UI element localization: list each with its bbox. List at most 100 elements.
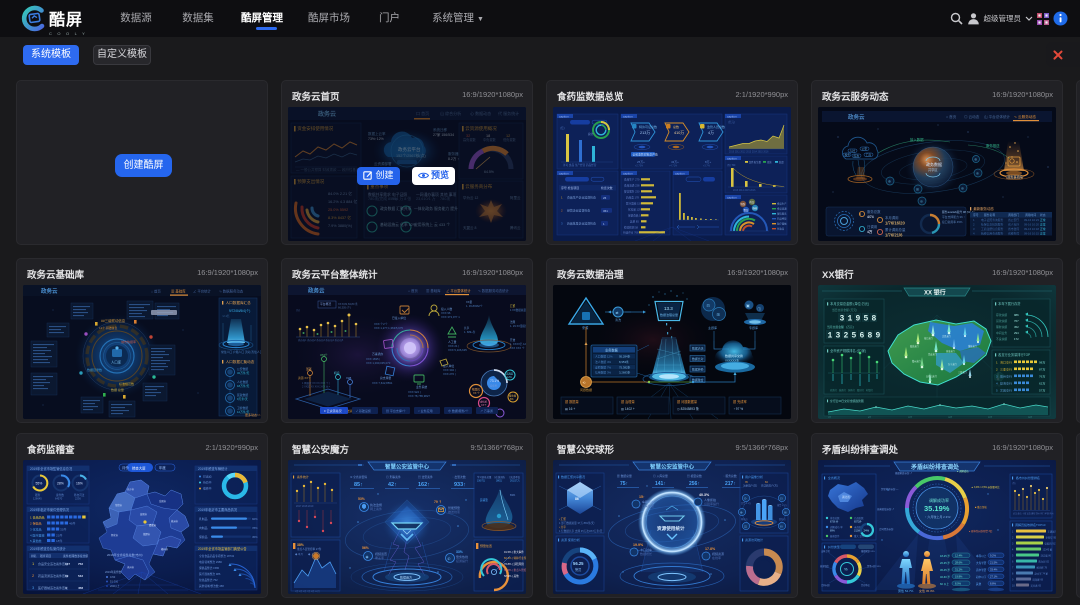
svg-text:电子证照查询服务: 电子证照查询服务 xyxy=(981,218,1004,222)
svg-text:XXX 373,077 1: XXX 373,077 1 xyxy=(441,315,460,319)
svg-text:11日: 11日 xyxy=(908,416,912,419)
svg-text:2 XX区 XX XXX,XXX 台 ▪: 2 XX区 XX XXX,XXX 台 ▪ xyxy=(302,385,330,389)
svg-text:案件发生数: 案件发生数 xyxy=(749,160,762,164)
svg-text:▦ 平台支撑/个: ▦ 平台支撑/个 xyxy=(386,408,406,413)
svg-text:+3.7%: +3.7% xyxy=(703,165,711,168)
svg-text:46件: 46件 xyxy=(69,521,75,526)
svg-text:27.1%: 27.1% xyxy=(990,575,998,579)
svg-text:人社: 人社 xyxy=(850,149,856,153)
svg-text:智慧公安监管中心: 智慧公安监管中心 xyxy=(650,463,695,471)
svg-text:1 食品药品: 1 食品药品 xyxy=(30,515,45,520)
svg-text:◔ 97 %: ◔ 97 % xyxy=(733,407,743,411)
svg-text:↑2.1亿: ↑2.1亿 xyxy=(222,314,230,318)
svg-text:总支撑量: 总支撑量 xyxy=(380,376,391,380)
svg-text:平台概况: 平台概况 xyxy=(320,302,331,306)
svg-text:1 部门数据总量 37万 881条/天↑: 1 部门数据总量 37万 881条/天↑ xyxy=(559,521,595,525)
svg-text:累计调用总量: 累计调用总量 xyxy=(885,227,906,232)
svg-text:资源使用统计: 资源使用统计 xyxy=(657,525,685,532)
svg-text:5: 5 xyxy=(864,315,869,324)
svg-text:周海峰 69: 周海峰 69 xyxy=(1033,578,1044,582)
svg-text:药品批发企业监督检查: 药品批发企业监督检查 xyxy=(567,221,596,226)
svg-text:月份: 月份 xyxy=(122,465,129,470)
svg-text:caption: caption xyxy=(727,156,737,160)
svg-text:⊛: ⊛ xyxy=(961,187,964,191)
svg-text:证照数据 7%: 证照数据 7% xyxy=(595,365,612,369)
svg-text:##三级联动信息: ##三级联动信息 xyxy=(101,318,126,323)
svg-text:42↑: 42↑ xyxy=(388,482,397,488)
svg-text:▨ 治理量: ▨ 治理量 xyxy=(621,399,635,404)
svg-text:电商领域整治 2986: 电商领域整治 2986 xyxy=(199,560,222,564)
svg-text:药品流通违法案件查处: 药品流通违法案件查处 xyxy=(38,573,68,578)
svg-text:53%: 53% xyxy=(358,497,365,501)
svg-text:200以上: 200以上 xyxy=(110,584,120,588)
svg-text:初中以下: 初中以下 xyxy=(976,575,987,579)
svg-text:大专学历: 大专学历 xyxy=(976,561,987,565)
svg-text:⊕: ⊕ xyxy=(974,158,977,162)
svg-text:疑难案件: 疑难案件 xyxy=(830,534,840,538)
svg-text:监管人员总数: 监管人员总数 xyxy=(707,124,725,129)
svg-text:部署: 部署 xyxy=(306,367,312,371)
svg-text:3: 3 xyxy=(840,315,845,324)
svg-text:9/72/84/5/4(个): 9/72/84/5/4(个) xyxy=(229,309,250,313)
svg-text:调用时间: 调用时间 xyxy=(1025,213,1036,217)
svg-text:91.5% | 重大事件: 91.5% | 重大事件 xyxy=(504,550,524,554)
svg-text:474个: 474个 xyxy=(320,353,328,357)
svg-text:2013 2014 2015: 2013 2014 2015 2016 xyxy=(733,190,756,192)
svg-text:28%: 28% xyxy=(57,482,64,486)
svg-text:452: 452 xyxy=(1014,325,1019,329)
svg-text:83%: 83% xyxy=(510,493,516,497)
svg-text:XXXXXX条: XXXXXX条 xyxy=(725,359,739,363)
svg-text:正常: 正常 xyxy=(1040,227,1046,231)
svg-text:资源 XX个: 资源 XX个 xyxy=(298,376,311,380)
svg-text:21日: 21日 xyxy=(988,416,992,419)
svg-text:60 以上: 60 以上 xyxy=(940,582,949,586)
svg-text:26日: 26日 xyxy=(1028,416,1032,419)
svg-text:化妆品整治 752: 化妆品整治 752 xyxy=(199,578,218,582)
svg-text:不良余额: 不良余额 xyxy=(996,337,1007,341)
svg-text:学习训练总量: 学习训练总量 xyxy=(477,475,492,479)
svg-text:8.8%: 8.8% xyxy=(990,582,997,586)
svg-text:株洲市: 株洲市 xyxy=(171,519,179,523)
svg-text:食品生产企业监督检查: 食品生产企业监督检查 xyxy=(567,195,596,200)
svg-text:15↑: 15↑ xyxy=(639,495,645,499)
svg-text:检查次数: 检查次数 xyxy=(601,185,613,190)
svg-text:XX 银行: XX 银行 xyxy=(924,289,946,297)
svg-text:45%: 45% xyxy=(252,535,258,539)
svg-text:380万: 380万 xyxy=(496,480,503,483)
svg-text:XX 8,81,63,80 条: XX 8,81,63,80 条 xyxy=(338,302,358,306)
svg-text:序号: 序号 xyxy=(973,213,979,217)
svg-text:217↑: 217↑ xyxy=(725,481,736,487)
svg-text:全省监管对象总产值: 全省监管对象总产值 xyxy=(633,153,658,157)
svg-text:◎ 刑事案件: ◎ 刑事案件 xyxy=(386,475,401,479)
svg-text:38%: 38% xyxy=(297,543,304,547)
svg-text:0-50: 0-50 xyxy=(110,575,116,579)
svg-text:物理机: 物理机 xyxy=(472,388,480,392)
svg-text:9.2%: 9.2% xyxy=(990,554,997,558)
svg-text:26-35 岁: 26-35 岁 xyxy=(940,561,950,565)
svg-text:贷款余额: 贷款余额 xyxy=(996,319,1007,323)
svg-text:2019年稽查车辆统计: 2019年稽查车辆统计 xyxy=(198,466,228,471)
svg-text:预警处置: 预警处置 xyxy=(480,543,492,548)
svg-text:当月交易金额 (万元): 当月交易金额 (万元) xyxy=(827,325,855,329)
svg-text:XX量: XX量 xyxy=(466,300,472,304)
svg-text:◫: ◫ xyxy=(758,307,762,311)
svg-text:XXX 1,277,1,363/5,675: XXX 1,277,1,363/5,675 xyxy=(374,326,403,330)
svg-text:矛盾纠纷排查调处: 矛盾纠纷排查调处 xyxy=(910,463,960,471)
svg-text:▨ 数据量: ▨ 数据量 xyxy=(565,399,579,404)
svg-text:2236: 2236 xyxy=(75,497,81,501)
svg-text:2017 2018 2019: 2017 2018 2019 xyxy=(296,505,314,508)
svg-text:稽查大屏: 稽查大屏 xyxy=(132,466,146,471)
svg-text:1. 29 XX量提升: 1. 29 XX量提升 xyxy=(510,324,526,328)
svg-text:长沙市: 长沙市 xyxy=(127,487,135,491)
svg-text:↗ 万事通: ↗ 万事通 xyxy=(480,408,493,413)
svg-text:▍最新服务动态: ▍最新服务动态 xyxy=(970,206,994,211)
svg-text:▪ 汇聚: ▪ 汇聚 xyxy=(559,517,566,521)
svg-text:56%: 56% xyxy=(362,546,369,550)
svg-text:4万: 4万 xyxy=(708,131,714,135)
svg-text:76.8% | 涉稳风险: 76.8% | 涉稳风险 xyxy=(504,562,524,566)
svg-text:业务系统: 业务系统 xyxy=(416,385,427,389)
svg-text:乳制品: 乳制品 xyxy=(199,517,208,521)
svg-text:公安: 公安 xyxy=(862,147,868,151)
svg-text:检验检测 58: 检验检测 58 xyxy=(624,226,639,230)
svg-text:儋州支行: 儋州支行 xyxy=(1000,374,1012,379)
